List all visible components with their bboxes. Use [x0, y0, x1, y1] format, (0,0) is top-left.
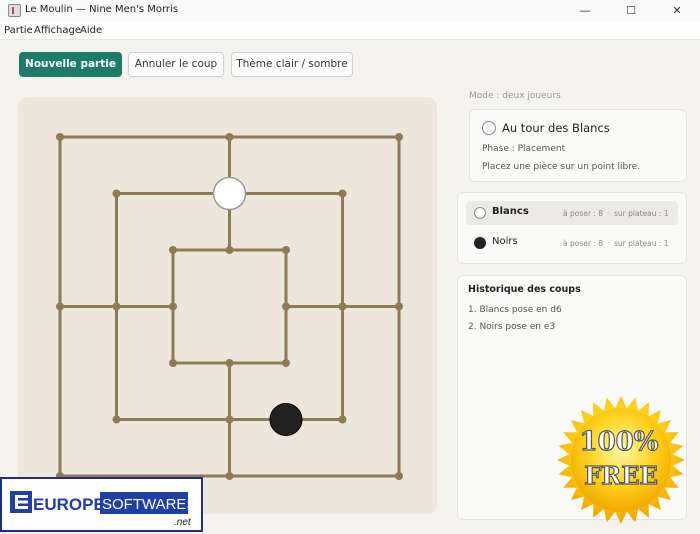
turn-panel: Au tour des Blancs Phase : Placement Pla… — [469, 109, 687, 182]
black-piece-icon — [474, 237, 486, 249]
board-point[interactable] — [225, 472, 234, 480]
logo-net: .net — [174, 517, 192, 528]
board-point[interactable] — [282, 302, 290, 311]
board-point[interactable] — [338, 302, 347, 311]
title-bar: Le Moulin — Nine Men's Morris — ☐ ✕ — [0, 0, 700, 22]
hint-label: Placez une pièce sur un point libre. — [482, 162, 641, 172]
menu-affichage[interactable]: Affichage — [34, 25, 81, 36]
board-point[interactable] — [282, 246, 290, 254]
board-point[interactable] — [395, 472, 403, 480]
minimize-button[interactable]: — — [562, 0, 608, 22]
board-point[interactable] — [169, 302, 177, 311]
board-point[interactable] — [112, 302, 121, 311]
board-point[interactable] — [395, 302, 403, 311]
board-point[interactable] — [169, 359, 177, 367]
board-point[interactable] — [112, 415, 121, 424]
board-point[interactable] — [225, 415, 234, 424]
black-piece[interactable] — [269, 403, 303, 436]
history-title: Historique des coups — [468, 284, 581, 295]
board-point[interactable] — [56, 133, 64, 141]
board-point[interactable] — [225, 246, 234, 254]
badge-text-bottom: FREE — [584, 461, 658, 490]
mode-label: Mode : deux joueurs — [469, 91, 561, 101]
board-point[interactable] — [112, 189, 121, 198]
turn-label: Au tour des Blancs — [502, 121, 610, 135]
history-item: 1. Blancs pose en d6 — [468, 305, 562, 315]
white-piece-icon — [474, 207, 486, 219]
player-row-white: Blancs à poser : 8 · sur plateau : 1 — [466, 201, 678, 225]
player-name-black: Noirs — [492, 236, 518, 247]
window-title: Le Moulin — Nine Men's Morris — [25, 4, 179, 15]
white-on-board: sur plateau : 1 — [614, 209, 669, 218]
close-button[interactable]: ✕ — [654, 0, 700, 22]
black-on-board: sur plateau : 1 — [614, 239, 669, 248]
history-item: 2. Noirs pose en e3 — [468, 322, 556, 332]
board-point[interactable] — [395, 133, 403, 141]
board-point[interactable] — [225, 133, 234, 141]
black-to-place: à poser : 8 — [563, 239, 604, 248]
board-point[interactable] — [56, 302, 64, 311]
menu-partie[interactable]: Partie — [4, 25, 33, 36]
player-row-black: Noirs à poser : 8 · sur plateau : 1 — [466, 231, 678, 255]
undo-button[interactable]: Annuler le coup — [128, 52, 224, 77]
europesoftwares-logo: EUROPE SOFTWARES .net — [0, 477, 203, 532]
board-point[interactable] — [225, 359, 234, 367]
board-canvas[interactable] — [18, 97, 437, 514]
white-piece-icon — [482, 121, 496, 135]
maximize-button[interactable]: ☐ — [608, 0, 654, 22]
badge-text-top: 100% — [580, 427, 659, 457]
board-point[interactable] — [338, 189, 347, 198]
new-game-button[interactable]: Nouvelle partie — [19, 52, 122, 77]
players-panel: Blancs à poser : 8 · sur plateau : 1 Noi… — [457, 192, 687, 264]
logo-europe: EUROPE — [33, 495, 105, 514]
white-to-place: à poser : 8 — [563, 209, 604, 218]
menu-bar: Partie Affichage Aide — [0, 22, 700, 40]
app-icon — [8, 4, 21, 17]
menu-aide[interactable]: Aide — [80, 25, 102, 36]
board-point[interactable] — [338, 415, 347, 424]
theme-toggle-button[interactable]: Thème clair / sombre — [231, 52, 353, 77]
board-point[interactable] — [282, 359, 290, 367]
game-board[interactable] — [18, 97, 437, 514]
phase-label: Phase : Placement — [482, 144, 566, 154]
board-point[interactable] — [169, 246, 177, 254]
free-badge: 100% FREE — [553, 372, 685, 524]
logo-softwares: SOFTWARES — [102, 496, 196, 513]
player-name-white: Blancs — [492, 206, 529, 217]
white-piece[interactable] — [212, 176, 247, 211]
